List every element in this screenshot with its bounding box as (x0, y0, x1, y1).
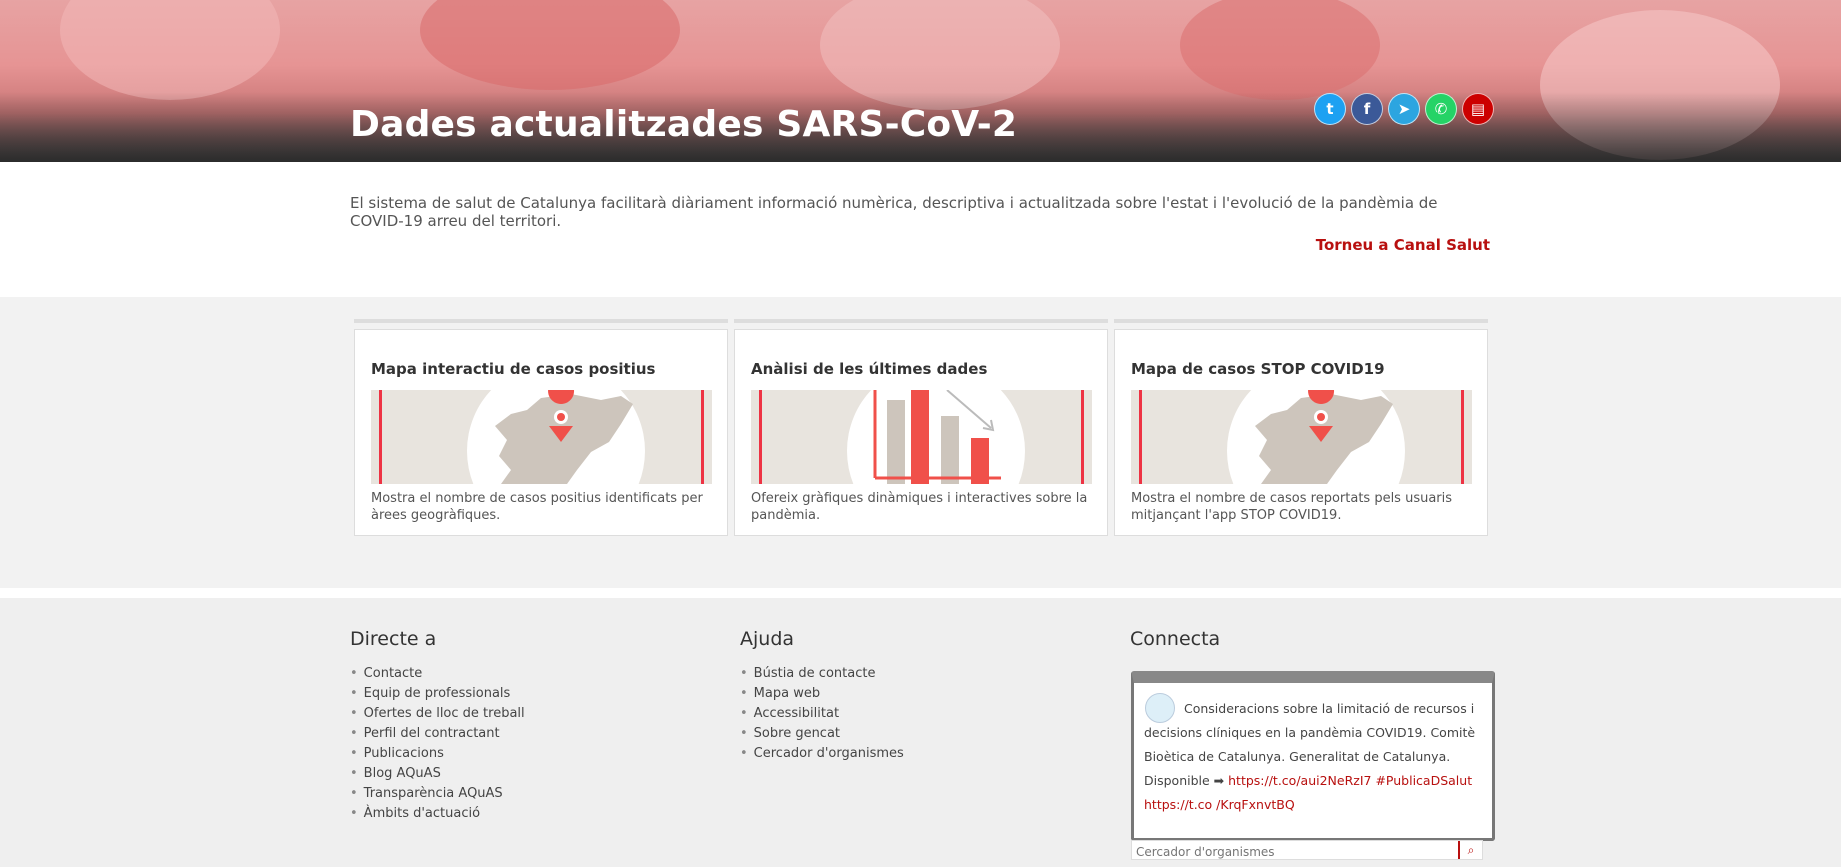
card-top-bar (354, 319, 728, 323)
facebook-icon[interactable]: f (1351, 93, 1383, 125)
page-title: Dades actualitzades SARS-CoV-2 (350, 104, 1018, 145)
card-image-chart[interactable] (751, 390, 1092, 484)
social-share-bar: t f ➤ ✆ ▤ (1314, 93, 1494, 125)
footer-link[interactable]: • Blog AQuAS (350, 764, 525, 784)
print-icon[interactable]: ▤ (1462, 93, 1494, 125)
footer-direct-column: Directe a • Contacte • Equip de professiona… (350, 628, 525, 824)
footer-link[interactable]: • Equip de professionals (350, 684, 525, 704)
catalonia-map-icon (495, 390, 633, 484)
help-links-list: • Bústia de contacte • Mapa web • Accessibili… (740, 664, 904, 764)
bullet: • (350, 666, 358, 681)
footer-link[interactable]: • Bústia de contacte (740, 664, 904, 684)
footer-link-label[interactable]: Publicacions (364, 746, 444, 761)
image-edge-right (701, 390, 704, 484)
virus-pattern (420, 0, 680, 90)
site-footer: Directe a • Contacte • Equip de professiona… (0, 598, 1841, 867)
card-description: Mostra el nombre de casos positius ident… (371, 491, 703, 523)
whatsapp-icon[interactable]: ✆ (1425, 93, 1457, 125)
intro-text: El sistema de salut de Catalunya facilit… (350, 194, 1438, 230)
footer-link[interactable]: • Transparència AQuAS (350, 784, 525, 804)
bullet: • (350, 806, 358, 821)
card-title[interactable]: Mapa de casos STOP COVID19 (1131, 360, 1385, 378)
footer-link[interactable]: • Sobre gencat (740, 724, 904, 744)
hero-banner: Dades actualitzades SARS-CoV-2 t f ➤ ✆ ▤ (0, 0, 1841, 162)
virus-pattern (60, 0, 280, 100)
card-top-bar (734, 319, 1108, 323)
footer-help-column: Ajuda • Bústia de contacte • Mapa web • Acces… (740, 628, 904, 764)
card-top-bar (1114, 319, 1488, 323)
footer-heading: Ajuda (740, 628, 795, 650)
card-stop-covid19-map[interactable]: Mapa de casos STOP COVID19 Mostra el nom… (1114, 319, 1488, 536)
telegram-icon[interactable]: ➤ (1388, 93, 1420, 125)
footer-link-label[interactable]: Bústia de contacte (754, 666, 876, 681)
footer-link[interactable]: • Àmbits d'actuació (350, 804, 525, 824)
twitter-feed-widget[interactable]: Consideracions sobre la limitació de rec… (1131, 671, 1495, 841)
footer-link-label[interactable]: Ofertes de lloc de treball (364, 706, 525, 721)
card-image-map[interactable] (371, 390, 712, 484)
footer-link[interactable]: • Ofertes de lloc de treball (350, 704, 525, 724)
footer-link-label[interactable]: Cercador d'organismes (754, 746, 904, 761)
footer-link-label[interactable]: Contacte (364, 666, 423, 681)
bar-chart-icon (873, 390, 1001, 484)
direct-links-list: • Contacte • Equip de professionals • Ofertes… (350, 664, 525, 824)
footer-link-label[interactable]: Equip de professionals (364, 686, 511, 701)
footer-link-label[interactable]: Blog AQuAS (364, 766, 441, 781)
footer-heading: Directe a (350, 628, 437, 650)
search-icon[interactable]: ⌕ (1458, 841, 1482, 859)
card-description: Mostra el nombre de casos reportats pels… (1131, 491, 1453, 523)
footer-link-label[interactable]: Accessibilitat (754, 706, 839, 721)
card-image-map[interactable] (1131, 390, 1472, 484)
bullet: • (350, 726, 358, 741)
footer-link[interactable]: • Contacte (350, 664, 525, 684)
footer-link[interactable]: • Accessibilitat (740, 704, 904, 724)
card-title[interactable]: Anàlisi de les últimes dades (751, 360, 987, 378)
bullet: • (350, 786, 358, 801)
bullet: • (740, 726, 748, 741)
bullet: • (740, 706, 748, 721)
cards-section: Mapa interactiu de casos positius Mostra… (0, 297, 1841, 588)
twitter-icon[interactable]: t (1314, 93, 1346, 125)
card-latest-data-analysis[interactable]: Anàlisi de les últimes dades Ofereix grà… (734, 319, 1108, 536)
back-to-canal-salut-link[interactable]: Torneu a Canal Salut (1316, 236, 1490, 254)
card-description: Ofereix gràfiques dinàmiques i interacti… (751, 491, 1088, 523)
bullet: • (350, 766, 358, 781)
organism-search-input[interactable] (1132, 843, 1460, 861)
virus-pattern (1180, 0, 1380, 100)
bullet: • (740, 686, 748, 701)
footer-link-label[interactable]: Sobre gencat (754, 726, 840, 741)
footer-heading: Connecta (1130, 628, 1221, 650)
footer-connect-column: Connecta (1130, 628, 1220, 664)
footer-link[interactable]: • Cercador d'organismes (740, 744, 904, 764)
bullet: • (740, 666, 748, 681)
bullet: • (350, 746, 358, 761)
image-edge-right (1461, 390, 1464, 484)
card-map-positive-cases[interactable]: Mapa interactiu de casos positius Mostra… (354, 319, 728, 536)
bullet: • (740, 746, 748, 761)
organism-search-box: ⌕ (1131, 840, 1483, 861)
bullet: • (350, 706, 358, 721)
footer-link-label[interactable]: Mapa web (754, 686, 820, 701)
tweet-text: Consideracions sobre la limitació de rec… (1144, 697, 1478, 817)
card-title[interactable]: Mapa interactiu de casos positius (371, 360, 655, 378)
bullet: • (350, 686, 358, 701)
footer-link[interactable]: • Mapa web (740, 684, 904, 704)
footer-link[interactable]: • Publicacions (350, 744, 525, 764)
catalonia-map-icon (1255, 390, 1393, 484)
footer-link-label[interactable]: Perfil del contractant (364, 726, 500, 741)
footer-link-label[interactable]: Àmbits d'actuació (364, 806, 480, 821)
footer-link-label[interactable]: Transparència AQuAS (364, 786, 503, 801)
footer-link[interactable]: • Perfil del contractant (350, 724, 525, 744)
image-edge-right (1081, 390, 1084, 484)
